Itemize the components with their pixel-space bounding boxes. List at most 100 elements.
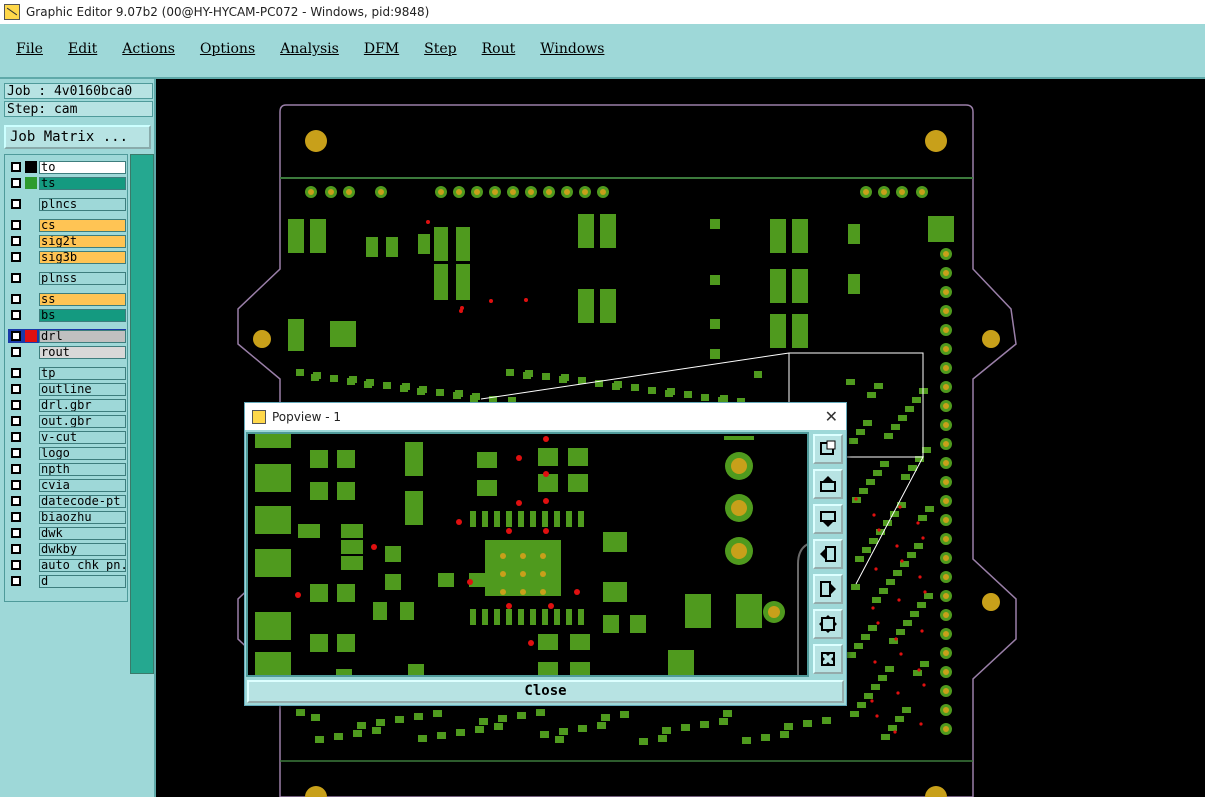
close-button[interactable]: Close [247, 680, 844, 703]
pan-left-button[interactable] [813, 539, 843, 569]
layer-row-tp[interactable]: tp [8, 366, 126, 380]
layer-row-outline[interactable]: outline [8, 382, 126, 396]
layer-checkbox[interactable] [11, 544, 21, 554]
via [943, 251, 949, 257]
layer-row-cvia[interactable]: cvia [8, 478, 126, 492]
close-icon[interactable]: ✕ [825, 407, 838, 426]
layer-row-logo[interactable]: logo [8, 446, 126, 460]
layer-list: to ts plncs cs sig2t sig3b plnss ss bs drl rout tp o… [4, 154, 128, 602]
via [877, 528, 881, 532]
menu-windows[interactable]: Windows [540, 41, 604, 57]
layer-row-rout[interactable]: rout [8, 345, 126, 359]
via [438, 189, 444, 195]
layer-checkbox[interactable] [11, 310, 21, 320]
via [893, 730, 897, 734]
layer-checkbox[interactable] [11, 416, 21, 426]
layer-row-drl-gbr[interactable]: drl.gbr [8, 398, 126, 412]
via [943, 707, 949, 713]
layer-row-out-gbr[interactable]: out.gbr [8, 414, 126, 428]
layer-row-dwk[interactable]: dwk [8, 526, 126, 540]
layer-checkbox[interactable] [11, 236, 21, 246]
zoom-in-button[interactable] [813, 609, 843, 639]
menu-edit[interactable]: Edit [68, 41, 97, 57]
zoom-out-button[interactable] [813, 644, 843, 674]
via [919, 722, 923, 726]
layer-row-biaozhu[interactable]: biaozhu [8, 510, 126, 524]
layer-checkbox[interactable] [11, 331, 21, 341]
layer-checkbox[interactable] [11, 528, 21, 538]
layer-row-drl[interactable]: drl [8, 329, 126, 343]
layer-name: sig3b [39, 250, 126, 264]
layer-name: plnss [39, 271, 126, 285]
via [543, 471, 549, 477]
pad [710, 349, 720, 359]
pad [518, 609, 524, 625]
pad [506, 369, 514, 376]
menu-rout[interactable]: Rout [482, 41, 516, 57]
layer-checkbox[interactable] [11, 368, 21, 378]
layer-checkbox[interactable] [11, 400, 21, 410]
pad [849, 438, 858, 444]
menu-actions[interactable]: Actions [122, 41, 175, 57]
layer-name: biaozhu [39, 510, 126, 524]
layer-row-ts[interactable]: ts [8, 176, 126, 190]
menu-step[interactable]: Step [424, 41, 456, 57]
layer-checkbox[interactable] [11, 496, 21, 506]
layer-checkbox[interactable] [11, 512, 21, 522]
via [943, 536, 949, 542]
layer-color-swatch [25, 251, 37, 263]
layer-row-to[interactable]: to [8, 160, 126, 174]
layer-row-dwkby[interactable]: dwkby [8, 542, 126, 556]
layer-checkbox[interactable] [11, 347, 21, 357]
layer-checkbox[interactable] [11, 576, 21, 586]
layer-row-datecode-pt[interactable]: datecode-pt [8, 494, 126, 508]
layer-checkbox[interactable] [11, 220, 21, 230]
layer-scrollbar[interactable] [130, 154, 154, 674]
layer-row-plnss[interactable]: plnss [8, 271, 126, 285]
pad [498, 715, 507, 722]
layer-row-d[interactable]: d [8, 574, 126, 588]
layer-row-sig3b[interactable]: sig3b [8, 250, 126, 264]
pad [869, 538, 878, 544]
pad [901, 474, 910, 480]
pad [600, 214, 616, 248]
pan-right-button[interactable] [813, 574, 843, 604]
pad [723, 710, 732, 717]
layer-row-auto-chk-pn-[interactable]: auto_chk_pn. [8, 558, 126, 572]
layer-checkbox[interactable] [11, 252, 21, 262]
layer-checkbox[interactable] [11, 464, 21, 474]
layer-checkbox[interactable] [11, 199, 21, 209]
layer-checkbox[interactable] [11, 294, 21, 304]
menu-file[interactable]: File [16, 41, 43, 57]
popview-zoom-view[interactable] [246, 432, 809, 677]
layer-row-npth[interactable]: npth [8, 462, 126, 476]
menu-dfm[interactable]: DFM [364, 41, 399, 57]
layer-checkbox[interactable] [11, 273, 21, 283]
layer-checkbox[interactable] [11, 162, 21, 172]
layer-checkbox[interactable] [11, 448, 21, 458]
layer-checkbox[interactable] [11, 384, 21, 394]
pad [523, 372, 531, 379]
layer-row-cs[interactable]: cs [8, 218, 126, 232]
pan-up-button[interactable] [813, 469, 843, 499]
pan-up-left-button[interactable] [813, 434, 843, 464]
layer-checkbox[interactable] [11, 432, 21, 442]
layer-row-bs[interactable]: bs [8, 308, 126, 322]
layer-checkbox[interactable] [11, 178, 21, 188]
via [516, 500, 522, 506]
layer-row-ss[interactable]: ss [8, 292, 126, 306]
layer-row-plncs[interactable]: plncs [8, 197, 126, 211]
pad [914, 543, 923, 549]
layer-row-v-cut[interactable]: v-cut [8, 430, 126, 444]
via [875, 714, 879, 718]
layer-row-sig2t[interactable]: sig2t [8, 234, 126, 248]
layer-checkbox[interactable] [11, 560, 21, 570]
pad [710, 219, 720, 229]
pan-down-button[interactable] [813, 504, 843, 534]
pad [385, 574, 401, 590]
layer-checkbox[interactable] [11, 480, 21, 490]
job-matrix-button[interactable]: Job Matrix ... [4, 125, 151, 149]
pad [554, 609, 560, 625]
menu-analysis[interactable]: Analysis [280, 41, 339, 57]
menu-options[interactable]: Options [200, 41, 255, 57]
